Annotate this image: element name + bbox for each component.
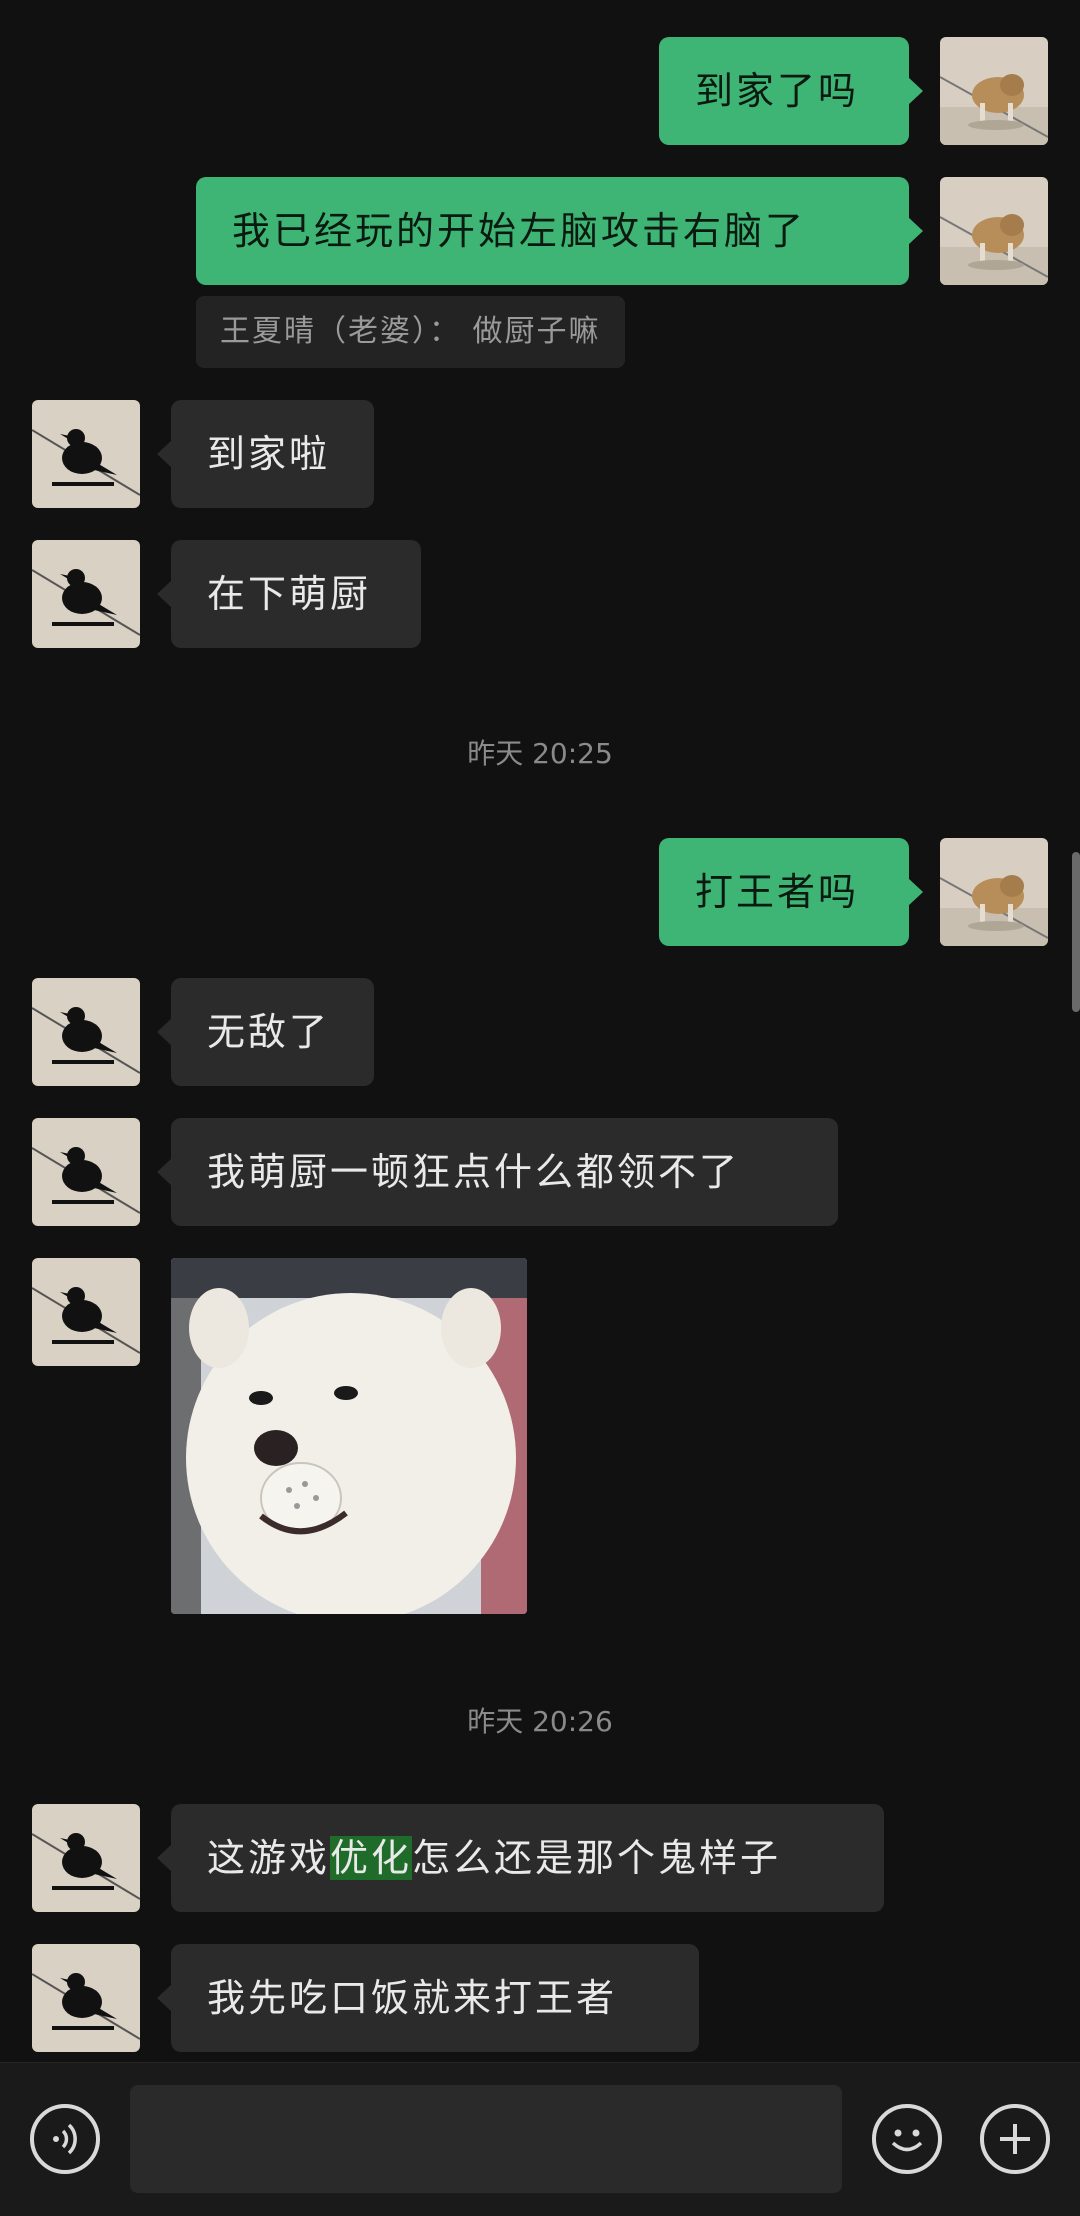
contact-avatar[interactable]: [32, 400, 140, 508]
message-text: 这游戏: [207, 1836, 331, 1880]
cat-avatar-icon: [940, 177, 1048, 285]
voice-icon: [53, 2123, 77, 2155]
bird-avatar-icon: [32, 400, 140, 508]
contact-avatar[interactable]: [32, 978, 140, 1086]
highlighted-keyword[interactable]: 优化: [330, 1836, 413, 1880]
message-bubble-theirs[interactable]: 我萌厨一顿狂点什么都领不了: [157, 1118, 838, 1226]
my-avatar[interactable]: [940, 838, 1048, 946]
message-bubble-mine[interactable]: 到家了吗: [659, 37, 923, 145]
bird-avatar-icon: [32, 1804, 140, 1912]
voice-button[interactable]: [30, 2104, 100, 2174]
plus-icon: [1000, 2124, 1030, 2154]
bird-avatar-icon: [32, 1944, 140, 2052]
timestamp: 昨天 20:25: [467, 737, 613, 770]
emoji-icon: [891, 2129, 923, 2152]
more-button[interactable]: [980, 2104, 1050, 2174]
cat-avatar-icon: [940, 37, 1048, 145]
message-bubble-mine[interactable]: 我已经玩的开始左脑攻击右脑了: [196, 177, 923, 285]
bird-avatar-icon: [32, 978, 140, 1086]
timestamp: 昨天 20:26: [467, 1705, 613, 1738]
bird-avatar-icon: [32, 1258, 140, 1366]
bird-avatar-icon: [32, 540, 140, 648]
my-avatar[interactable]: [940, 37, 1048, 145]
quoted-reply[interactable]: 王夏晴（老婆）： 做厨子嘛: [196, 296, 625, 368]
scrollbar[interactable]: [1072, 852, 1080, 1012]
bird-avatar-icon: [32, 1118, 140, 1226]
contact-avatar[interactable]: [32, 540, 140, 648]
contact-avatar[interactable]: [32, 1944, 140, 2052]
message-bubble-theirs[interactable]: 我先吃口饭就来打王者: [157, 1944, 699, 2052]
input-toolbar: [0, 2062, 1080, 2216]
dog-photo-icon: [171, 1258, 527, 1614]
contact-avatar[interactable]: [32, 1258, 140, 1366]
my-avatar[interactable]: [940, 177, 1048, 285]
message-text: 怎么还是那个鬼样子: [412, 1836, 782, 1880]
message-bubble-theirs[interactable]: 在下萌厨: [157, 540, 421, 648]
cat-avatar-icon: [940, 838, 1048, 946]
message-bubble-theirs[interactable]: 无敌了: [157, 978, 374, 1086]
message-bubble-theirs[interactable]: 到家啦: [157, 400, 374, 508]
message-bubble-mine[interactable]: 打王者吗: [659, 838, 923, 946]
message-bubble-theirs[interactable]: 这游戏优化怎么还是那个鬼样子: [157, 1804, 884, 1912]
contact-avatar[interactable]: [32, 1804, 140, 1912]
contact-avatar[interactable]: [32, 1118, 140, 1226]
message-input[interactable]: [130, 2085, 842, 2193]
emoji-button[interactable]: [872, 2104, 942, 2174]
image-message[interactable]: [171, 1258, 527, 1614]
